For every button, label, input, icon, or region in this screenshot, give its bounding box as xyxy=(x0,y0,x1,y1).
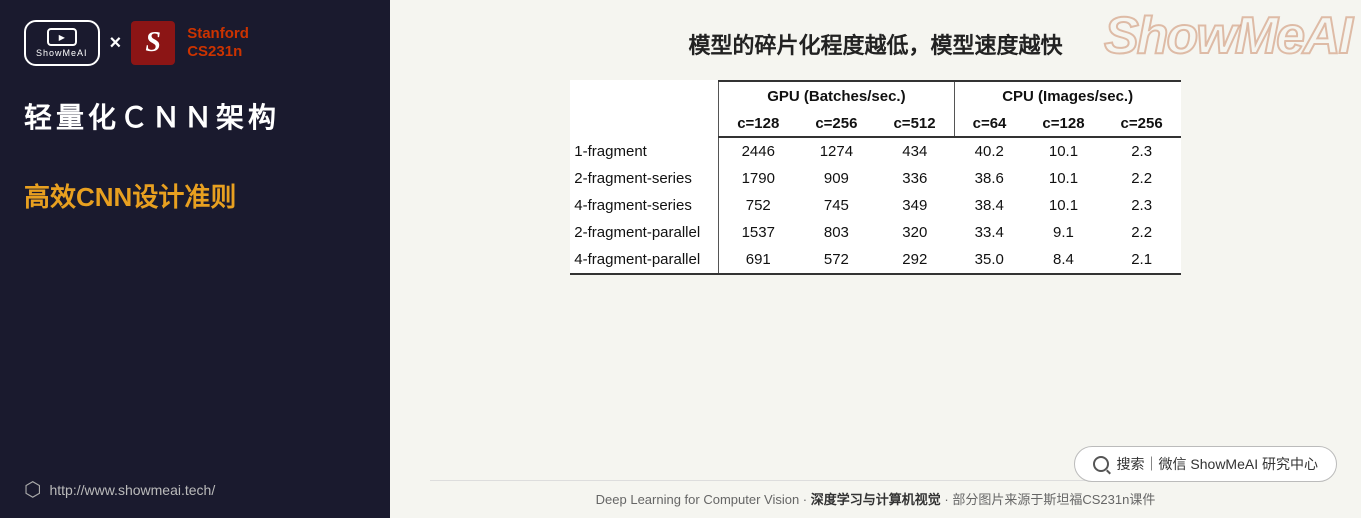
cell-1-3: 336 xyxy=(875,165,954,192)
slide-title: 模型的碎片化程度越低，模型速度越快 xyxy=(430,28,1321,60)
cell-4-2: 572 xyxy=(797,246,875,274)
table-row: 4-fragment-parallel69157229235.08.42.1 xyxy=(570,246,1180,274)
subheader-c128-gpu: c=128 xyxy=(719,111,798,137)
cell-4-0: 4-fragment-parallel xyxy=(570,246,718,274)
stanford-s-letter: S xyxy=(131,21,175,65)
performance-table: GPU (Batches/sec.) CPU (Images/sec.) c=1… xyxy=(570,80,1180,275)
cell-3-1: 1537 xyxy=(719,219,798,246)
table-row: 1-fragment2446127443440.210.12.3 xyxy=(570,137,1180,165)
table-body: 1-fragment2446127443440.210.12.32-fragme… xyxy=(570,137,1180,274)
sidebar: ShowMeAI × S Stanford CS231n 轻量化ＣＮＮ架构 高效… xyxy=(0,0,390,518)
cell-2-0: 4-fragment-series xyxy=(570,192,718,219)
course-name: CS231n xyxy=(187,43,249,61)
logo-x-separator: × xyxy=(110,32,122,55)
subheader-c512-gpu: c=512 xyxy=(875,111,954,137)
header-gpu: GPU (Batches/sec.) xyxy=(719,81,954,111)
table-row: 2-fragment-series179090933638.610.12.2 xyxy=(570,165,1180,192)
cell-1-2: 909 xyxy=(797,165,875,192)
stanford-logo: S Stanford CS231n xyxy=(131,21,249,65)
cell-4-5: 8.4 xyxy=(1024,246,1102,274)
footer-text: Deep Learning for Computer Vision · 深度学习… xyxy=(430,480,1321,518)
cell-0-4: 40.2 xyxy=(954,137,1024,165)
cell-0-6: 2.3 xyxy=(1103,137,1181,165)
cell-1-0: 2-fragment-series xyxy=(570,165,718,192)
cell-0-0: 1-fragment xyxy=(570,137,718,165)
cell-1-1: 1790 xyxy=(719,165,798,192)
cell-2-4: 38.4 xyxy=(954,192,1024,219)
cell-2-2: 745 xyxy=(797,192,875,219)
cell-2-5: 10.1 xyxy=(1024,192,1102,219)
showmeai-icon xyxy=(47,28,77,46)
cell-3-4: 33.4 xyxy=(954,219,1024,246)
cell-4-1: 691 xyxy=(719,246,798,274)
search-icon xyxy=(1093,456,1109,472)
cell-3-5: 9.1 xyxy=(1024,219,1102,246)
header-empty xyxy=(570,81,718,111)
cell-4-3: 292 xyxy=(875,246,954,274)
cell-0-2: 1274 xyxy=(797,137,875,165)
cell-0-5: 10.1 xyxy=(1024,137,1102,165)
website-url: http://www.showmeai.tech/ xyxy=(49,482,215,498)
search-text: 搜索｜微信 ShowMeAI 研究中心 xyxy=(1117,454,1318,474)
subheader-c128-cpu: c=128 xyxy=(1024,111,1102,137)
cell-0-3: 434 xyxy=(875,137,954,165)
cell-4-4: 35.0 xyxy=(954,246,1024,274)
subheader-c256-cpu: c=256 xyxy=(1103,111,1181,137)
cell-1-6: 2.2 xyxy=(1103,165,1181,192)
subheader-c256-gpu: c=256 xyxy=(797,111,875,137)
subheader-c64-cpu: c=64 xyxy=(954,111,1024,137)
subheader-empty xyxy=(570,111,718,137)
table-row: 4-fragment-series75274534938.410.12.3 xyxy=(570,192,1180,219)
table-subheader-row: c=128 c=256 c=512 c=64 c=128 c=256 xyxy=(570,111,1180,137)
table-wrapper: GPU (Batches/sec.) CPU (Images/sec.) c=1… xyxy=(430,80,1321,480)
stanford-name: Stanford xyxy=(187,25,249,43)
table-row: 2-fragment-parallel153780332033.49.12.2 xyxy=(570,219,1180,246)
cell-2-3: 349 xyxy=(875,192,954,219)
cell-2-1: 752 xyxy=(719,192,798,219)
cell-4-6: 2.1 xyxy=(1103,246,1181,274)
cell-3-0: 2-fragment-parallel xyxy=(570,219,718,246)
showmeai-logo: ShowMeAI xyxy=(24,20,100,66)
header-cpu: CPU (Images/sec.) xyxy=(954,81,1181,111)
website-icon: ⬡ xyxy=(24,477,41,502)
sub-title: 高效CNN设计准则 xyxy=(24,177,366,214)
cell-3-6: 2.2 xyxy=(1103,219,1181,246)
website-row: ⬡ http://www.showmeai.tech/ xyxy=(24,477,366,502)
cell-0-1: 2446 xyxy=(719,137,798,165)
cell-1-4: 38.6 xyxy=(954,165,1024,192)
footer-content: Deep Learning for Computer Vision · 深度学习… xyxy=(596,492,1156,507)
search-bar[interactable]: 搜索｜微信 ShowMeAI 研究中心 xyxy=(1074,446,1337,482)
content-area: ShowMeAI 模型的碎片化程度越低，模型速度越快 GPU (Batches/… xyxy=(390,0,1361,518)
cell-1-5: 10.1 xyxy=(1024,165,1102,192)
logo-row: ShowMeAI × S Stanford CS231n xyxy=(24,20,366,66)
cell-3-3: 320 xyxy=(875,219,954,246)
stanford-label: Stanford CS231n xyxy=(187,25,249,61)
main-title: 轻量化ＣＮＮ架构 xyxy=(24,98,366,137)
cell-2-6: 2.3 xyxy=(1103,192,1181,219)
table-header-row: GPU (Batches/sec.) CPU (Images/sec.) xyxy=(570,81,1180,111)
showmeai-text: ShowMeAI xyxy=(36,48,88,58)
cell-3-2: 803 xyxy=(797,219,875,246)
